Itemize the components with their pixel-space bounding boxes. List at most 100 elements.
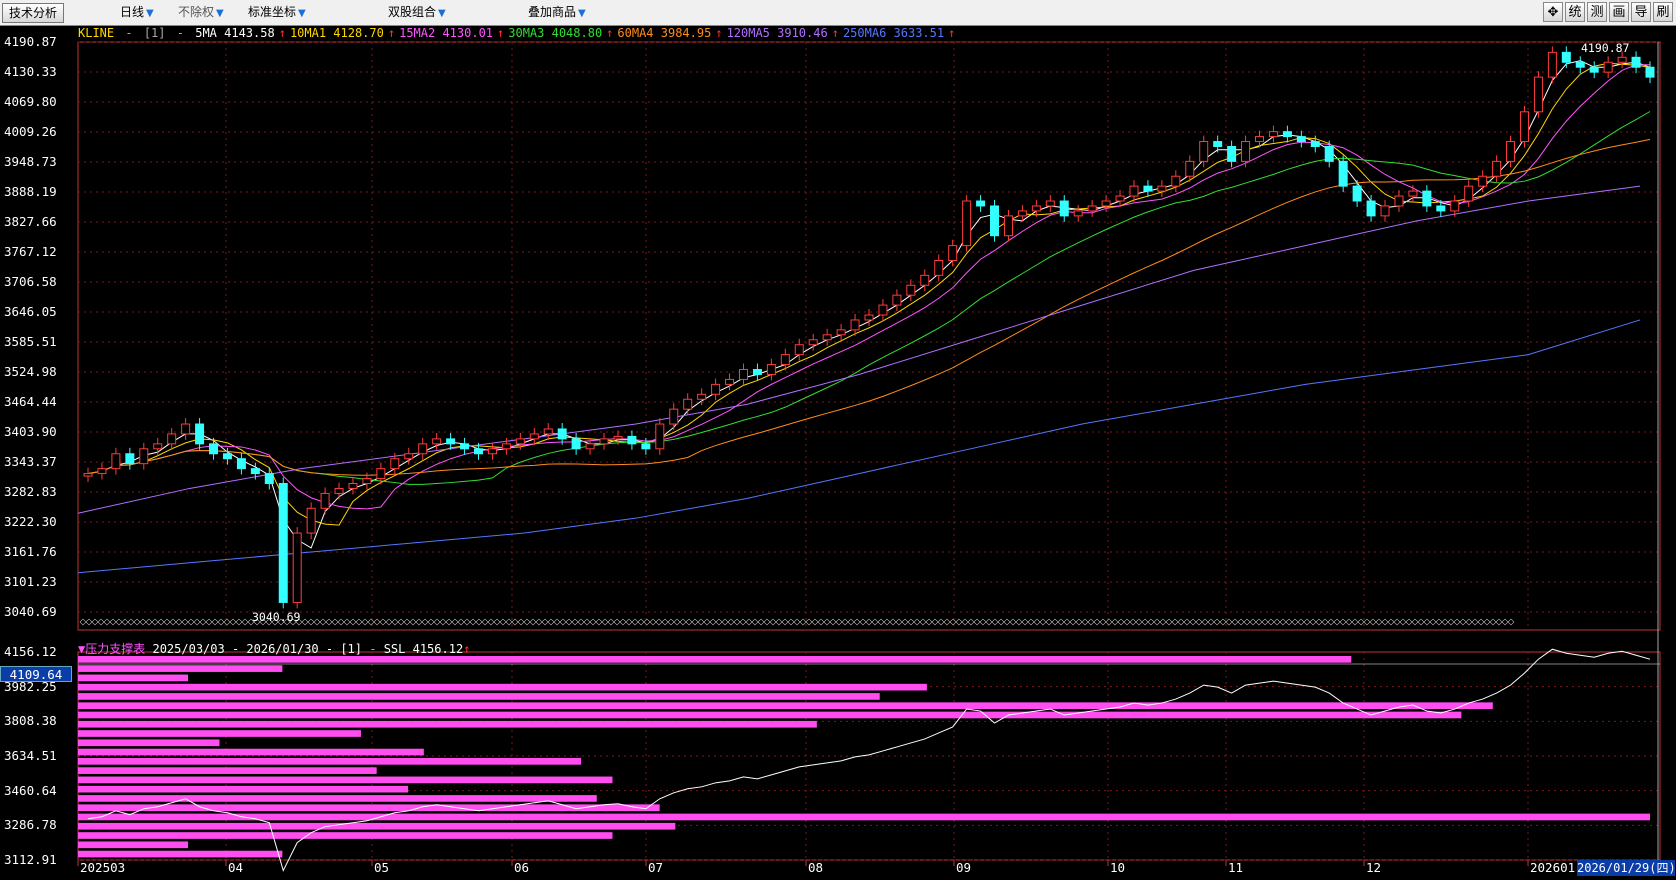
signal-marker xyxy=(1093,618,1101,626)
candle-body xyxy=(1171,175,1181,187)
signal-marker xyxy=(1381,618,1389,626)
signal-marker xyxy=(1429,618,1437,626)
date-tick-label: 05 xyxy=(374,860,390,875)
signal-marker xyxy=(1273,618,1281,626)
volume-profile-bar xyxy=(78,767,377,774)
signal-marker xyxy=(361,618,369,626)
signal-marker xyxy=(565,618,573,626)
candle-body xyxy=(1575,61,1585,68)
signal-marker xyxy=(85,618,93,626)
signal-marker xyxy=(427,618,435,626)
signal-marker xyxy=(1489,618,1497,626)
panel-tick-label: 4156.12 xyxy=(4,644,57,659)
signal-marker xyxy=(703,618,711,626)
signal-marker xyxy=(493,618,501,626)
signal-marker xyxy=(547,618,555,626)
price-tick-label: 3040.69 xyxy=(4,604,57,619)
signal-marker xyxy=(193,618,201,626)
signal-marker xyxy=(1459,618,1467,626)
volume-profile-bar xyxy=(78,832,613,839)
signal-marker xyxy=(1279,618,1287,626)
candle-body xyxy=(1143,185,1153,192)
signal-marker xyxy=(559,618,567,626)
signal-marker xyxy=(853,618,861,626)
panel-range: 2025/03/03 - 2026/01/30 - [1] xyxy=(152,642,362,656)
candle-body xyxy=(613,435,623,440)
signal-marker xyxy=(409,618,417,626)
candle-body xyxy=(1017,210,1027,217)
signal-marker xyxy=(415,618,423,626)
candle-body xyxy=(641,443,651,450)
candle-body xyxy=(334,487,344,494)
candle-body xyxy=(1199,141,1209,162)
signal-marker xyxy=(1309,618,1317,626)
signal-marker xyxy=(109,618,117,626)
price-tick-label: 4009.26 xyxy=(4,124,57,139)
kline-label: KLINE xyxy=(78,26,115,40)
signal-marker xyxy=(403,618,411,626)
signal-marker xyxy=(679,618,687,626)
candle-body xyxy=(139,448,149,465)
candle-body xyxy=(1003,215,1013,237)
signal-marker xyxy=(241,618,249,626)
signal-marker xyxy=(859,618,867,626)
signal-marker xyxy=(301,618,309,626)
signal-marker xyxy=(313,618,321,626)
signal-marker xyxy=(781,618,789,626)
signal-marker xyxy=(541,618,549,626)
signal-marker xyxy=(1069,618,1077,626)
ma-legend-item: 10MA1 4128.70 xyxy=(289,26,384,40)
signal-marker xyxy=(205,618,213,626)
signal-marker xyxy=(1267,618,1275,626)
candle-body xyxy=(529,433,539,440)
signal-marker xyxy=(913,618,921,626)
signal-marker xyxy=(1165,618,1173,626)
signal-marker xyxy=(535,618,543,626)
signal-marker xyxy=(739,618,747,626)
candle-body xyxy=(292,532,302,603)
signal-marker xyxy=(1387,618,1395,626)
candle-body xyxy=(1547,51,1557,78)
signal-marker xyxy=(637,618,645,626)
signal-marker xyxy=(583,618,591,626)
signal-marker xyxy=(1333,618,1341,626)
signal-marker xyxy=(1057,618,1065,626)
signal-marker xyxy=(1441,618,1449,626)
candle-body xyxy=(1296,136,1306,143)
kline-chart[interactable] xyxy=(0,0,1676,880)
signal-marker xyxy=(475,618,483,626)
signal-marker xyxy=(1363,618,1371,626)
signal-marker xyxy=(1081,618,1089,626)
signal-marker xyxy=(685,618,693,626)
signal-marker xyxy=(643,618,651,626)
signal-marker xyxy=(1183,618,1191,626)
ma-legend-item: 15MA2 4130.01 xyxy=(399,26,494,40)
candle-body xyxy=(557,428,567,440)
volume-profile-bar xyxy=(78,730,361,737)
signal-marker xyxy=(103,618,111,626)
signal-marker xyxy=(595,618,603,626)
signal-marker xyxy=(1063,618,1071,626)
signal-marker xyxy=(1153,618,1161,626)
signal-marker xyxy=(145,618,153,626)
candle-body xyxy=(1087,205,1097,212)
signal-marker xyxy=(1195,618,1203,626)
candle-body xyxy=(1478,175,1488,187)
signal-marker xyxy=(481,618,489,626)
signal-marker xyxy=(1357,618,1365,626)
signal-marker xyxy=(1261,618,1269,626)
signal-marker xyxy=(697,618,705,626)
price-tick-label: 3888.19 xyxy=(4,184,57,199)
candle-body xyxy=(1631,56,1641,68)
signal-marker xyxy=(451,618,459,626)
signal-marker xyxy=(355,618,363,626)
signal-marker xyxy=(673,618,681,626)
up-arrow-icon: ↑ xyxy=(278,26,286,40)
volume-profile-bar xyxy=(78,711,1462,719)
signal-marker xyxy=(235,618,243,626)
signal-marker xyxy=(817,618,825,626)
candle-body xyxy=(167,433,177,445)
signal-marker xyxy=(1285,618,1293,626)
signal-marker xyxy=(877,618,885,626)
signal-marker xyxy=(1129,618,1137,626)
